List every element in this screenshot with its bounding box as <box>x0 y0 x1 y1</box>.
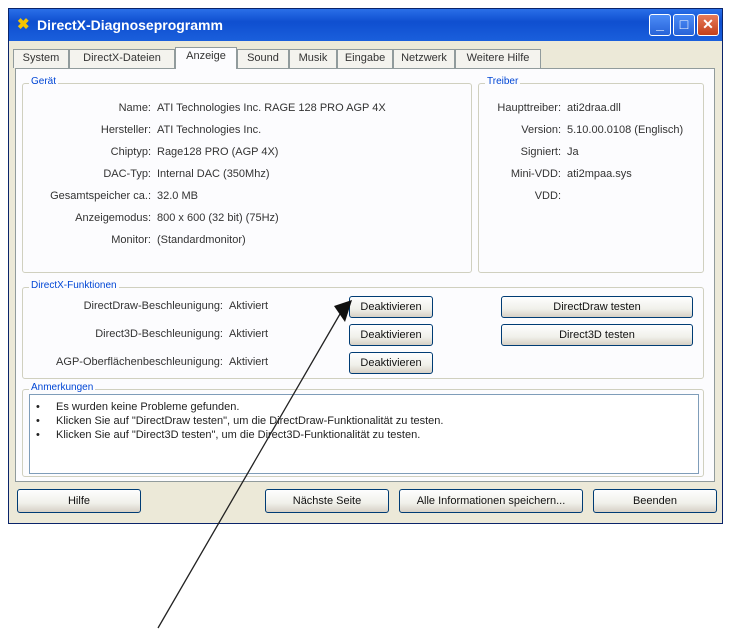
annotation-arrow <box>157 300 352 629</box>
arrow-line <box>157 313 341 629</box>
tab-display[interactable]: Anzeige <box>175 47 237 69</box>
